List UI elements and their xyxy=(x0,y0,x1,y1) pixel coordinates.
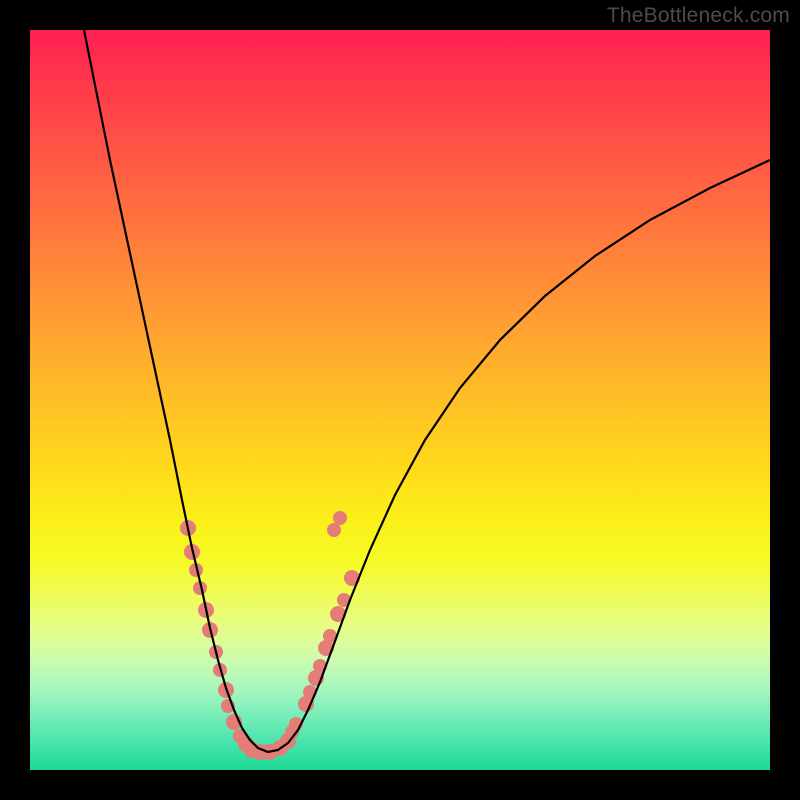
watermark-text: TheBottleneck.com xyxy=(607,4,790,28)
data-marker xyxy=(327,523,341,537)
marker-group xyxy=(180,511,360,760)
bottleneck-curve xyxy=(84,30,770,752)
chart-frame: TheBottleneck.com xyxy=(0,0,800,800)
data-marker xyxy=(333,511,347,525)
plot-area xyxy=(30,30,770,770)
curve-svg xyxy=(30,30,770,770)
